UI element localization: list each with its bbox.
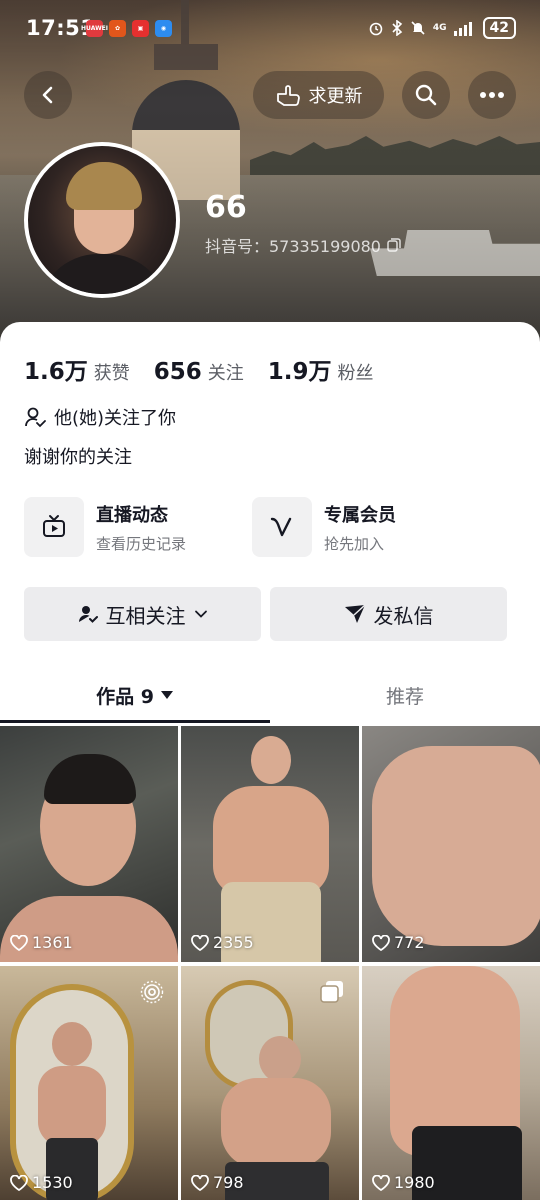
heart-icon <box>10 934 28 951</box>
follows-you-row: 他(她)关注了你 <box>24 404 176 430</box>
video-thumbnail[interactable]: 2355 <box>181 726 359 962</box>
tab-recommend-label: 推荐 <box>385 685 424 708</box>
video-likes-count: 1980 <box>394 1173 435 1192</box>
more-icon <box>480 92 504 98</box>
mutual-follow-button[interactable]: 互相关注 <box>24 587 261 641</box>
video-likes: 1361 <box>10 933 73 952</box>
video-likes-count: 798 <box>213 1173 244 1192</box>
mutual-follow-label: 互相关注 <box>105 603 186 628</box>
stat-followers-value: 1.9万 <box>267 359 332 385</box>
stat-likes[interactable]: 1.6万 获赞 <box>24 352 130 386</box>
status-bar: 17:51 HUAWEI ✿ ▣ ◉ 4G 42 <box>0 0 540 58</box>
multi-image-icon <box>320 981 343 1003</box>
member-subtitle: 抢先加入 <box>324 534 385 553</box>
pointing-hand-icon <box>276 85 300 106</box>
follows-you-text: 他(她)关注了你 <box>54 408 177 429</box>
video-thumbnail[interactable]: 1361 <box>0 726 178 962</box>
mute-icon <box>411 21 425 35</box>
live-history-icon-box <box>24 497 84 557</box>
signal-icon <box>453 22 472 36</box>
video-likes: 2355 <box>191 933 254 952</box>
video-thumbnail[interactable]: 1530 <box>0 966 178 1200</box>
stat-followers-label: 粉丝 <box>337 363 374 384</box>
member-entry[interactable]: 专属会员 抢先加入 <box>252 497 396 557</box>
request-update-button[interactable]: 求更新 <box>253 71 384 119</box>
user-check-icon <box>25 407 46 428</box>
more-button[interactable] <box>468 71 516 119</box>
huawei-app-icon: HUAWEI <box>81 20 108 37</box>
live-history-title: 直播动态 <box>96 504 168 526</box>
stat-likes-value: 1.6万 <box>24 359 88 385</box>
video-likes: 772 <box>372 933 425 952</box>
chevron-down-icon <box>194 610 207 618</box>
heart-icon <box>191 1174 209 1191</box>
network-label: 4G <box>432 22 447 33</box>
status-app-icons: HUAWEI ✿ ▣ ◉ <box>81 20 172 37</box>
paper-plane-icon <box>344 604 366 623</box>
video-likes-count: 1530 <box>32 1173 73 1192</box>
live-history-entry[interactable]: 直播动态 查看历史记录 <box>24 497 186 557</box>
member-icon-box <box>252 497 312 557</box>
stats-row: 1.6万 获赞 656 关注 1.9万 粉丝 <box>24 352 398 386</box>
video-likes: 798 <box>191 1173 244 1192</box>
avatar[interactable] <box>24 142 180 298</box>
back-button[interactable] <box>24 71 72 119</box>
tab-recommend[interactable]: 推荐 <box>270 667 540 723</box>
live-history-subtitle: 查看历史记录 <box>96 534 187 553</box>
stat-following-value: 656 <box>153 359 202 385</box>
multi-image-badge <box>319 980 345 1008</box>
bluetooth-icon <box>392 20 403 36</box>
red-app-icon: ▣ <box>132 20 149 37</box>
user-check-icon <box>78 606 98 623</box>
heart-icon <box>372 934 390 951</box>
blue-app-icon: ◉ <box>155 20 172 37</box>
video-likes: 1980 <box>372 1173 435 1192</box>
douyin-id-text: 抖音号：57335199080 <box>205 237 381 256</box>
stat-following-label: 关注 <box>207 363 244 384</box>
video-likes: 1530 <box>10 1173 73 1192</box>
nickname: 66 <box>205 190 247 225</box>
tab-active-indicator <box>0 720 270 723</box>
stat-following[interactable]: 656 关注 <box>154 359 244 385</box>
douyin-id[interactable]: 抖音号：57335199080 <box>205 233 401 257</box>
video-likes-count: 772 <box>394 933 425 952</box>
caret-down-icon <box>160 691 173 699</box>
bio: 谢谢你的关注 <box>24 447 132 468</box>
heart-icon <box>191 934 209 951</box>
tv-icon <box>43 515 65 537</box>
stat-followers[interactable]: 1.9万 粉丝 <box>268 352 374 386</box>
content-tabs: 作品 9 推荐 <box>0 667 540 723</box>
battery-indicator: 42 <box>482 17 516 39</box>
search-icon <box>415 84 437 106</box>
video-grid: 1361 2355 772 1530 798 1980 <box>0 726 540 1200</box>
live-photo-badge <box>140 980 164 1008</box>
heart-icon <box>372 1174 390 1191</box>
member-title: 专属会员 <box>324 504 396 526</box>
request-update-label: 求更新 <box>308 86 363 107</box>
stat-likes-label: 获赞 <box>93 363 130 384</box>
status-right: 4G 42 <box>368 17 516 39</box>
video-thumbnail[interactable]: 798 <box>181 966 359 1200</box>
gallery-app-icon: ✿ <box>109 20 126 37</box>
video-likes-count: 1361 <box>32 933 73 952</box>
member-v-icon <box>270 517 292 537</box>
video-likes-count: 2355 <box>213 933 254 952</box>
tab-works-label: 作品 9 <box>96 685 154 708</box>
send-message-button[interactable]: 发私信 <box>270 587 507 641</box>
copy-icon[interactable] <box>387 238 401 252</box>
tab-works[interactable]: 作品 9 <box>0 667 270 723</box>
heart-icon <box>10 1174 28 1191</box>
search-button[interactable] <box>402 71 450 119</box>
alarm-icon <box>369 22 383 36</box>
live-photo-icon <box>140 980 164 1004</box>
video-thumbnail[interactable]: 1980 <box>362 966 540 1200</box>
chevron-left-icon <box>42 86 53 104</box>
send-message-label: 发私信 <box>373 603 434 628</box>
video-thumbnail[interactable]: 772 <box>362 726 540 962</box>
